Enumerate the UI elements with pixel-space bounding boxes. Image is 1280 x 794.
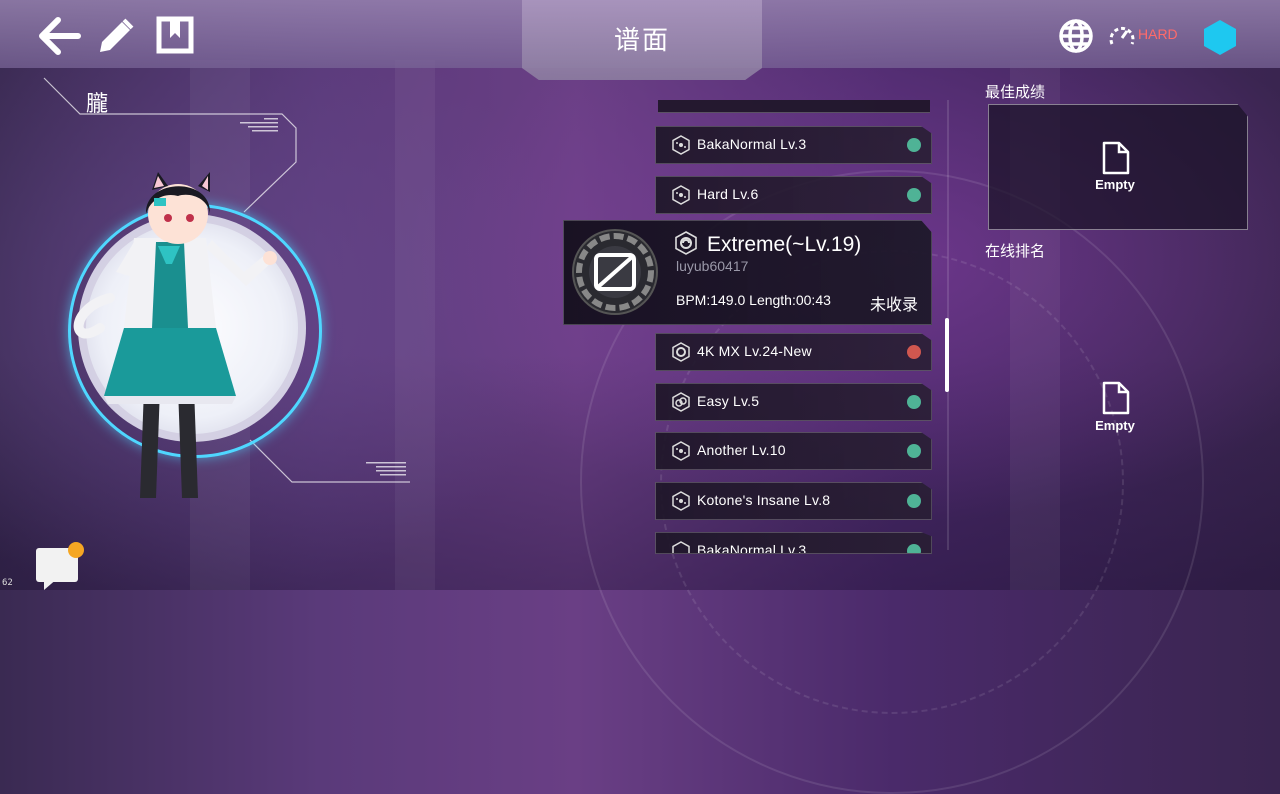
chart-mode-emblem-icon xyxy=(572,229,658,315)
selected-chart-author: luyub60417 xyxy=(676,258,749,274)
status-dot xyxy=(907,544,921,553)
notification-dot xyxy=(68,542,84,558)
difficulty-icon xyxy=(675,231,697,255)
status-dot xyxy=(907,188,921,202)
hexagon-menu-icon[interactable] xyxy=(1202,18,1238,60)
selected-chart-title: Extreme(~Lv.19) xyxy=(707,233,862,256)
chart-item-label: BakaNormal Lv.3 xyxy=(697,542,807,554)
collect-status: 未收录 xyxy=(870,295,919,314)
difficulty-icon xyxy=(672,185,690,205)
chat-bubble-tail xyxy=(44,578,58,590)
chart-item-label: Another Lv.10 xyxy=(697,442,786,458)
status-dot xyxy=(907,395,921,409)
chart-item-label: BakaNormal Lv.3 xyxy=(697,136,807,152)
chart-item-label: Kotone's Insane Lv.8 xyxy=(697,492,831,508)
character-illustration[interactable] xyxy=(60,168,300,528)
chart-item-label: 4K MX Lv.24-New xyxy=(697,343,812,359)
page-title: 谱面 xyxy=(613,26,670,56)
chart-item[interactable]: BakaNormal Lv.3 xyxy=(655,126,932,164)
difficulty-icon xyxy=(672,491,690,511)
chart-item[interactable]: Another Lv.10 xyxy=(655,432,932,470)
fps-counter: 62 xyxy=(2,578,13,588)
speedometer-icon[interactable] xyxy=(1108,22,1136,52)
difficulty-mode-label[interactable]: HARD xyxy=(1138,26,1178,42)
difficulty-icon xyxy=(672,541,690,553)
status-dot xyxy=(907,345,921,359)
scrollbar-thumb[interactable] xyxy=(945,318,949,392)
chart-item[interactable]: Hard Lv.6 xyxy=(655,176,932,214)
chart-item-label: Easy Lv.5 xyxy=(697,393,760,409)
chart-item[interactable]: 4K MX Lv.24-New xyxy=(655,333,932,371)
difficulty-icon xyxy=(672,342,690,362)
document-icon xyxy=(1102,381,1130,415)
difficulty-icon xyxy=(672,441,690,461)
status-dot xyxy=(907,444,921,458)
difficulty-icon xyxy=(672,392,690,412)
decorative-microtext xyxy=(366,462,408,482)
online-rank-empty-label: Empty xyxy=(1095,418,1135,433)
best-score-title: 最佳成绩 xyxy=(985,83,1046,101)
status-dot xyxy=(907,138,921,152)
status-dot xyxy=(907,494,921,508)
chart-item-partial[interactable]: BakaNormal Lv.3 xyxy=(655,532,932,554)
difficulty-icon xyxy=(672,135,690,155)
selected-chart-stats: BPM:149.0 Length:00:43 xyxy=(676,292,831,308)
chart-item[interactable]: Kotone's Insane Lv.8 xyxy=(655,482,932,520)
chart-item-partial[interactable] xyxy=(658,100,930,113)
best-score-empty-label: Empty xyxy=(1095,177,1135,192)
chart-item[interactable]: Easy Lv.5 xyxy=(655,383,932,421)
online-rank-title: 在线排名 xyxy=(985,242,1046,260)
document-icon xyxy=(1102,141,1130,175)
decorative-microtext xyxy=(238,118,280,138)
chart-item-label: Hard Lv.6 xyxy=(697,186,759,202)
globe-icon[interactable] xyxy=(1058,18,1094,58)
